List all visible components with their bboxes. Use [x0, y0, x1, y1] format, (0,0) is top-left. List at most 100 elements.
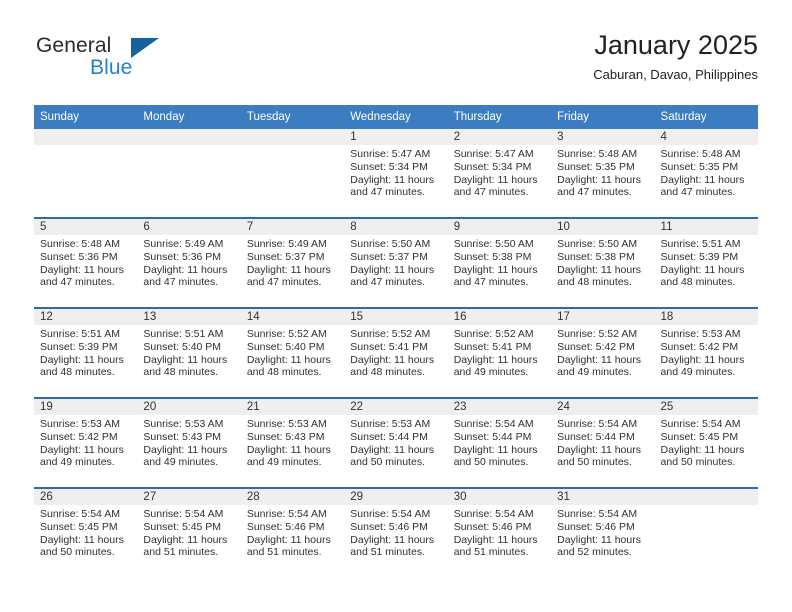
- calendar-day-cell[interactable]: 4 Sunrise: 5:48 AM Sunset: 5:35 PM Daylight…: [654, 129, 758, 218]
- day-number: 9: [447, 219, 552, 235]
- day-details: Sunrise: 5:54 AM Sunset: 5:46 PM Daylight:…: [241, 505, 344, 559]
- day-sunrise-text: Sunrise: 5:53 AM: [143, 418, 224, 430]
- calendar-day-cell[interactable]: 3 Sunrise: 5:48 AM Sunset: 5:35 PM Daylight…: [551, 129, 655, 218]
- calendar-day-cell[interactable]: 13 Sunrise: 5:51 AM Sunset: 5:40 PM Dayligh…: [137, 307, 241, 398]
- calendar-day-cell[interactable]: 7 Sunrise: 5:49 AM Sunset: 5:37 PM Daylight…: [240, 217, 345, 308]
- day-cell-inner: 29 Sunrise: 5:54 AM Sunset: 5:46 PM Dayligh…: [344, 489, 448, 577]
- day-daylight-line2-text: and 47 minutes.: [350, 276, 425, 289]
- day-daylight-line1-text: Daylight: 11 hours: [246, 533, 331, 546]
- day-cell-inner: 18 Sunrise: 5:53 AM Sunset: 5:42 PM Dayligh…: [654, 309, 758, 397]
- day-daylight-line1-text: Daylight: 11 hours: [246, 353, 331, 366]
- calendar-day-cell[interactable]: 27 Sunrise: 5:54 AM Sunset: 5:45 PM Dayligh…: [137, 487, 241, 577]
- calendar-day-cell[interactable]: 10 Sunrise: 5:50 AM Sunset: 5:38 PM Dayligh…: [551, 217, 655, 308]
- day-sunset-text: Sunset: 5:41 PM: [350, 340, 428, 353]
- day-daylight-line1-text: Daylight: 11 hours: [453, 533, 538, 546]
- calendar-day-cell[interactable]: 21 Sunrise: 5:53 AM Sunset: 5:43 PM Dayligh…: [240, 397, 345, 488]
- calendar-day-cell[interactable]: 17 Sunrise: 5:52 AM Sunset: 5:42 PM Dayligh…: [551, 307, 655, 398]
- calendar-day-cell[interactable]: 20 Sunrise: 5:53 AM Sunset: 5:43 PM Dayligh…: [137, 397, 241, 488]
- day-sunrise-text: Sunrise: 5:54 AM: [453, 418, 534, 430]
- calendar-day-cell[interactable]: 2 Sunrise: 5:47 AM Sunset: 5:34 PM Daylight…: [447, 129, 552, 218]
- calendar-day-cell[interactable]: 19 Sunrise: 5:53 AM Sunset: 5:42 PM Dayligh…: [34, 397, 138, 488]
- calendar-day-cell[interactable]: 9 Sunrise: 5:50 AM Sunset: 5:38 PM Daylight…: [447, 217, 552, 308]
- day-daylight-line1-text: Daylight: 11 hours: [350, 533, 435, 546]
- calendar-day-cell[interactable]: 15 Sunrise: 5:52 AM Sunset: 5:41 PM Dayligh…: [344, 307, 448, 398]
- weekday-header-sunday: Sunday: [34, 105, 138, 129]
- day-sunset-text: Sunset: 5:44 PM: [557, 430, 635, 443]
- calendar-day-cell[interactable]: 12 Sunrise: 5:51 AM Sunset: 5:39 PM Dayligh…: [34, 307, 138, 398]
- day-details: Sunrise: 5:52 AM Sunset: 5:41 PM Daylight:…: [344, 325, 447, 379]
- day-daylight-line1-text: Daylight: 11 hours: [453, 443, 538, 456]
- day-daylight-line1-text: Daylight: 11 hours: [660, 353, 745, 366]
- calendar-day-cell[interactable]: 8 Sunrise: 5:50 AM Sunset: 5:37 PM Daylight…: [344, 217, 448, 308]
- calendar-day-cell[interactable]: 29 Sunrise: 5:54 AM Sunset: 5:46 PM Dayligh…: [344, 487, 448, 577]
- general-blue-logo[interactable]: General Blue: [34, 30, 254, 88]
- day-number: 11: [654, 219, 758, 235]
- day-cell-inner: 24 Sunrise: 5:54 AM Sunset: 5:44 PM Dayligh…: [551, 399, 655, 487]
- day-number: 10: [551, 219, 655, 235]
- day-daylight-line1-text: Daylight: 11 hours: [143, 353, 228, 366]
- day-number: 20: [137, 399, 241, 415]
- day-sunrise-text: Sunrise: 5:52 AM: [350, 328, 431, 340]
- calendar-day-cell[interactable]: 28 Sunrise: 5:54 AM Sunset: 5:46 PM Dayligh…: [240, 487, 345, 577]
- day-sunset-text: Sunset: 5:46 PM: [246, 520, 325, 533]
- day-number: 25: [654, 399, 758, 415]
- calendar-day-cell[interactable]: 24 Sunrise: 5:54 AM Sunset: 5:44 PM Dayligh…: [551, 397, 655, 488]
- day-details: Sunrise: 5:54 AM Sunset: 5:46 PM Daylight:…: [448, 505, 551, 559]
- day-sunset-text: Sunset: 5:39 PM: [40, 340, 118, 353]
- day-cell-inner: 22 Sunrise: 5:53 AM Sunset: 5:44 PM Dayligh…: [344, 399, 448, 487]
- day-details: Sunrise: 5:54 AM Sunset: 5:45 PM Daylight:…: [655, 415, 758, 469]
- day-sunrise-text: Sunrise: 5:51 AM: [40, 328, 120, 340]
- day-number: 12: [34, 309, 138, 325]
- calendar-day-cell[interactable]: 5 Sunrise: 5:48 AM Sunset: 5:36 PM Daylight…: [34, 217, 138, 308]
- calendar-day-cell[interactable]: 31 Sunrise: 5:54 AM Sunset: 5:46 PM Dayligh…: [551, 487, 655, 577]
- calendar-day-cell[interactable]: 16 Sunrise: 5:52 AM Sunset: 5:41 PM Dayligh…: [447, 307, 552, 398]
- day-details: Sunrise: 5:50 AM Sunset: 5:38 PM Daylight:…: [551, 235, 654, 289]
- day-sunset-text: Sunset: 5:36 PM: [40, 250, 118, 263]
- day-daylight-line2-text: and 50 minutes.: [453, 456, 529, 469]
- day-details: Sunrise: 5:53 AM Sunset: 5:43 PM Daylight:…: [241, 415, 344, 469]
- day-cell-inner: 23 Sunrise: 5:54 AM Sunset: 5:44 PM Dayligh…: [447, 399, 552, 487]
- calendar-day-cell[interactable]: 26 Sunrise: 5:54 AM Sunset: 5:45 PM Dayligh…: [34, 487, 138, 577]
- calendar-day-cell[interactable]: 18 Sunrise: 5:53 AM Sunset: 5:42 PM Dayligh…: [654, 307, 758, 398]
- day-daylight-line2-text: and 47 minutes.: [453, 186, 529, 199]
- title-block: January 2025 Caburan, Davao, Philippines: [593, 28, 758, 85]
- calendar-day-cell-empty: [34, 129, 138, 218]
- day-daylight-line2-text: and 51 minutes.: [143, 546, 219, 559]
- day-sunset-text: Sunset: 5:34 PM: [453, 160, 532, 173]
- calendar-page: General Blue January 2025 Caburan, Davao…: [0, 0, 792, 612]
- weekday-header-tuesday: Tuesday: [240, 105, 345, 129]
- day-number: [654, 489, 758, 505]
- calendar-day-cell[interactable]: 25 Sunrise: 5:54 AM Sunset: 5:45 PM Dayligh…: [654, 397, 758, 488]
- day-cell-inner: 11 Sunrise: 5:51 AM Sunset: 5:39 PM Dayligh…: [654, 219, 758, 307]
- day-details: Sunrise: 5:48 AM Sunset: 5:36 PM Daylight:…: [34, 235, 137, 289]
- calendar-day-cell[interactable]: 22 Sunrise: 5:53 AM Sunset: 5:44 PM Dayligh…: [344, 397, 448, 488]
- day-sunrise-text: Sunrise: 5:54 AM: [557, 418, 638, 430]
- calendar-day-cell[interactable]: 14 Sunrise: 5:52 AM Sunset: 5:40 PM Dayligh…: [240, 307, 345, 398]
- day-daylight-line2-text: and 48 minutes.: [246, 366, 322, 379]
- calendar-day-cell[interactable]: 1 Sunrise: 5:47 AM Sunset: 5:34 PM Daylight…: [344, 129, 448, 218]
- calendar-day-cell[interactable]: 30 Sunrise: 5:54 AM Sunset: 5:46 PM Dayligh…: [447, 487, 552, 577]
- day-sunrise-text: Sunrise: 5:51 AM: [660, 238, 741, 250]
- day-number: 15: [344, 309, 448, 325]
- day-daylight-line2-text: and 47 minutes.: [350, 186, 425, 199]
- calendar-day-cell[interactable]: 23 Sunrise: 5:54 AM Sunset: 5:44 PM Dayligh…: [447, 397, 552, 488]
- day-sunset-text: Sunset: 5:36 PM: [143, 250, 222, 263]
- logo-text-blue: Blue: [90, 56, 133, 79]
- day-details: Sunrise: 5:52 AM Sunset: 5:42 PM Daylight:…: [551, 325, 654, 379]
- calendar-day-cell[interactable]: 6 Sunrise: 5:49 AM Sunset: 5:36 PM Daylight…: [137, 217, 241, 308]
- day-sunrise-text: Sunrise: 5:53 AM: [40, 418, 120, 430]
- day-number: 28: [240, 489, 345, 505]
- logo-text-general: General: [36, 34, 112, 57]
- day-number: 18: [654, 309, 758, 325]
- day-number: 31: [551, 489, 655, 505]
- calendar-day-cell-empty: [240, 129, 345, 218]
- day-daylight-line2-text: and 47 minutes.: [246, 276, 322, 289]
- day-cell-inner: 1 Sunrise: 5:47 AM Sunset: 5:34 PM Daylight…: [344, 129, 448, 217]
- day-daylight-line1-text: Daylight: 11 hours: [557, 263, 641, 276]
- calendar-day-cell[interactable]: 11 Sunrise: 5:51 AM Sunset: 5:39 PM Dayligh…: [654, 217, 758, 308]
- day-daylight-line1-text: Daylight: 11 hours: [350, 353, 435, 366]
- day-number: 16: [447, 309, 552, 325]
- day-sunrise-text: Sunrise: 5:54 AM: [557, 508, 638, 520]
- day-daylight-line1-text: Daylight: 11 hours: [557, 173, 641, 186]
- day-number: 5: [34, 219, 138, 235]
